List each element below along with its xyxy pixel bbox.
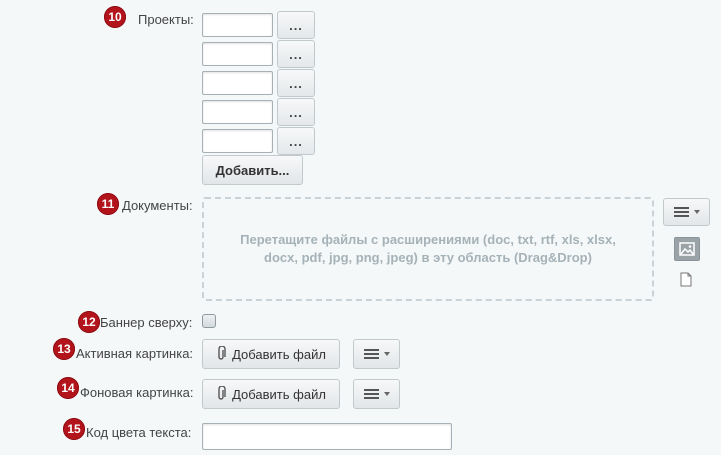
menu-icon (363, 347, 379, 361)
background-image-menu-button[interactable] (353, 379, 400, 409)
project-input-2[interactable] (202, 42, 273, 66)
project-browse-button-1[interactable]: ... (277, 11, 315, 39)
project-input-4[interactable] (202, 100, 273, 124)
documents-menu-button[interactable] (663, 198, 710, 226)
image-view-icon[interactable] (674, 237, 700, 261)
background-image-label: Фоновая картинка: (80, 385, 194, 400)
active-image-menu-button[interactable] (353, 339, 400, 369)
menu-icon (363, 387, 379, 401)
chevron-down-icon (383, 352, 390, 356)
projects-label: Проекты: (138, 12, 194, 27)
add-file-label: Добавить файл (232, 386, 326, 402)
step-marker-13: 13 (53, 338, 75, 360)
project-browse-button-4[interactable]: ... (277, 98, 315, 126)
project-input-3[interactable] (202, 71, 273, 95)
documents-label: Документы: (122, 198, 193, 213)
paperclip-icon (216, 386, 226, 402)
file-view-icon[interactable] (680, 272, 692, 287)
add-file-label: Добавить файл (232, 346, 326, 362)
step-marker-15: 15 (63, 418, 85, 440)
active-image-add-file-button[interactable]: Добавить файл (202, 339, 340, 369)
step-marker-10: 10 (104, 6, 126, 28)
project-browse-button-3[interactable]: ... (277, 69, 315, 97)
project-input-1[interactable] (202, 13, 273, 37)
chevron-down-icon (383, 392, 390, 396)
top-banner-label: Баннер сверху: (100, 315, 193, 330)
add-project-button[interactable]: Добавить... (202, 155, 303, 185)
active-image-label: Активная картинка: (76, 346, 194, 361)
project-input-5[interactable] (202, 129, 273, 153)
background-image-add-file-button[interactable]: Добавить файл (202, 379, 340, 409)
text-color-input[interactable] (202, 423, 452, 450)
top-banner-checkbox[interactable] (202, 314, 216, 328)
menu-icon (673, 205, 689, 219)
paperclip-icon (216, 346, 226, 362)
project-browse-button-2[interactable]: ... (277, 40, 315, 68)
dropzone-text: Перетащите файлы с расширениями (doc, tx… (240, 232, 616, 265)
chevron-down-icon (693, 210, 700, 214)
step-marker-11: 11 (97, 193, 119, 215)
step-marker-14: 14 (57, 377, 79, 399)
project-browse-button-5[interactable]: ... (277, 127, 315, 155)
step-marker-12: 12 (78, 311, 100, 333)
text-color-label: Код цвета текста: (86, 425, 192, 440)
documents-dropzone[interactable]: Перетащите файлы с расширениями (doc, tx… (202, 197, 654, 301)
